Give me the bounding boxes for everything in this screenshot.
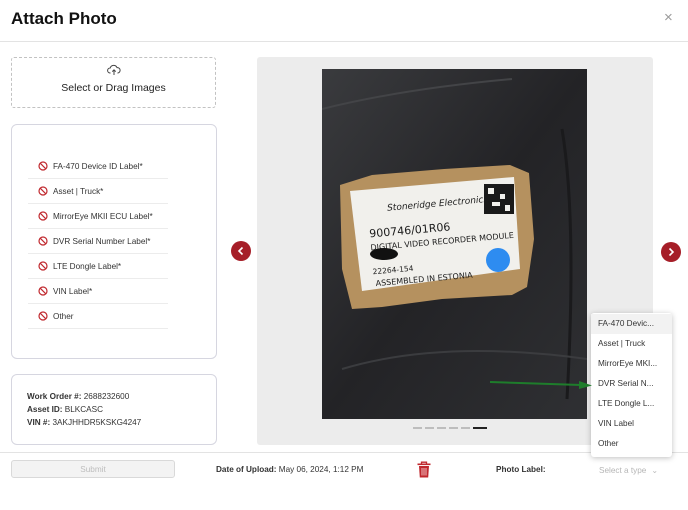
carousel-dot[interactable] bbox=[413, 427, 422, 429]
photo-label-title: Photo Label: bbox=[496, 465, 546, 474]
dropdown-option-other[interactable]: Other bbox=[591, 434, 672, 454]
chevron-left-icon bbox=[237, 246, 244, 256]
label-item-text: MirrorEye MKII ECU Label* bbox=[53, 211, 153, 221]
label-item-text: LTE Dongle Label* bbox=[53, 261, 122, 271]
vin-line: VIN #: 3AKJHHDR5KSKG4247 bbox=[27, 418, 141, 427]
label-item-text: Other bbox=[53, 311, 74, 321]
cloud-upload-icon bbox=[106, 64, 121, 75]
carousel-dot[interactable] bbox=[425, 427, 434, 429]
asset-id-value: BLKCASC bbox=[64, 405, 104, 414]
label-item-dvr-serial[interactable]: DVR Serial Number Label* bbox=[28, 229, 168, 254]
label-item-text: Asset | Truck* bbox=[53, 186, 104, 196]
ban-icon bbox=[38, 186, 48, 196]
close-icon[interactable]: × bbox=[664, 9, 673, 26]
select-placeholder: Select a type bbox=[599, 466, 647, 475]
next-photo-button[interactable] bbox=[661, 242, 681, 262]
dropdown-option-mirroreye[interactable]: MirrorEye MKI... bbox=[591, 354, 672, 374]
work-order-info-card: Work Order #: 2688232600 Asset ID: BLKCA… bbox=[11, 374, 217, 445]
label-item-other[interactable]: Other bbox=[28, 304, 168, 329]
previous-photo-button[interactable] bbox=[231, 241, 251, 261]
dvr-label-photo: Stoneridge Electronics 900746/01R06 DIGI… bbox=[322, 69, 587, 419]
label-item-asset-truck[interactable]: Asset | Truck* bbox=[28, 179, 168, 204]
carousel-indicators bbox=[413, 427, 487, 429]
trash-icon bbox=[417, 461, 431, 478]
upload-date: Date of Upload: May 06, 2024, 1:12 PM bbox=[216, 465, 363, 474]
uploaded-photo: Stoneridge Electronics 900746/01R06 DIGI… bbox=[322, 69, 587, 419]
photo-type-select[interactable]: Select a type ⌄ bbox=[599, 465, 658, 475]
dropdown-option-lte-dongle[interactable]: LTE Dongle L... bbox=[591, 394, 672, 414]
header-divider bbox=[0, 41, 688, 42]
ban-icon bbox=[38, 236, 48, 246]
photo-type-dropdown: FA-470 Devic... Asset | Truck MirrorEye … bbox=[591, 313, 672, 457]
ban-icon bbox=[38, 211, 48, 221]
submit-button[interactable]: Submit bbox=[11, 460, 175, 478]
label-item-text: VIN Label* bbox=[53, 286, 93, 296]
dropdown-option-asset-truck[interactable]: Asset | Truck bbox=[591, 334, 672, 354]
dropdown-option-vin[interactable]: VIN Label bbox=[591, 414, 672, 434]
vin-label: VIN #: bbox=[27, 418, 51, 427]
label-item-fa470[interactable]: FA-470 Device ID Label* bbox=[28, 154, 168, 179]
footer-divider bbox=[0, 452, 688, 453]
dropdown-option-fa470[interactable]: FA-470 Devic... bbox=[591, 314, 672, 334]
label-item-mirroreye[interactable]: MirrorEye MKII ECU Label* bbox=[28, 204, 168, 229]
work-order-value: 2688232600 bbox=[83, 392, 130, 401]
asset-id-line: Asset ID: BLKCASC bbox=[27, 405, 103, 414]
label-item-text: FA-470 Device ID Label* bbox=[53, 161, 143, 171]
carousel-dot[interactable] bbox=[461, 427, 470, 429]
dialog-title: Attach Photo bbox=[11, 9, 117, 28]
ban-icon bbox=[38, 311, 48, 321]
carousel-dot[interactable] bbox=[449, 427, 458, 429]
carousel-dot[interactable] bbox=[437, 427, 446, 429]
delete-photo-button[interactable] bbox=[416, 461, 432, 484]
work-order-label: Work Order #: bbox=[27, 392, 82, 401]
ban-icon bbox=[38, 261, 48, 271]
ban-icon bbox=[38, 286, 48, 296]
required-labels-card: FA-470 Device ID Label* Asset | Truck* M… bbox=[11, 124, 217, 359]
dropdown-option-dvr-serial[interactable]: DVR Serial N... bbox=[591, 374, 672, 394]
vin-value: 3AKJHHDR5KSKG4247 bbox=[52, 418, 142, 427]
dropzone-label: Select or Drag Images bbox=[61, 82, 166, 94]
carousel-dot-active[interactable] bbox=[473, 427, 487, 429]
label-item-lte-dongle[interactable]: LTE Dongle Label* bbox=[28, 254, 168, 279]
work-order-line: Work Order #: 2688232600 bbox=[27, 392, 129, 401]
chevron-down-icon: ⌄ bbox=[651, 466, 659, 475]
ban-icon bbox=[38, 161, 48, 171]
upload-date-label: Date of Upload: bbox=[216, 465, 277, 474]
chevron-right-icon bbox=[668, 247, 675, 257]
asset-id-label: Asset ID: bbox=[27, 405, 63, 414]
label-item-text: DVR Serial Number Label* bbox=[53, 236, 151, 246]
annotation-arrow-icon bbox=[489, 381, 592, 389]
image-dropzone[interactable]: Select or Drag Images bbox=[11, 57, 216, 108]
upload-date-value: May 06, 2024, 1:12 PM bbox=[278, 465, 364, 474]
label-item-vin[interactable]: VIN Label* bbox=[28, 279, 168, 304]
